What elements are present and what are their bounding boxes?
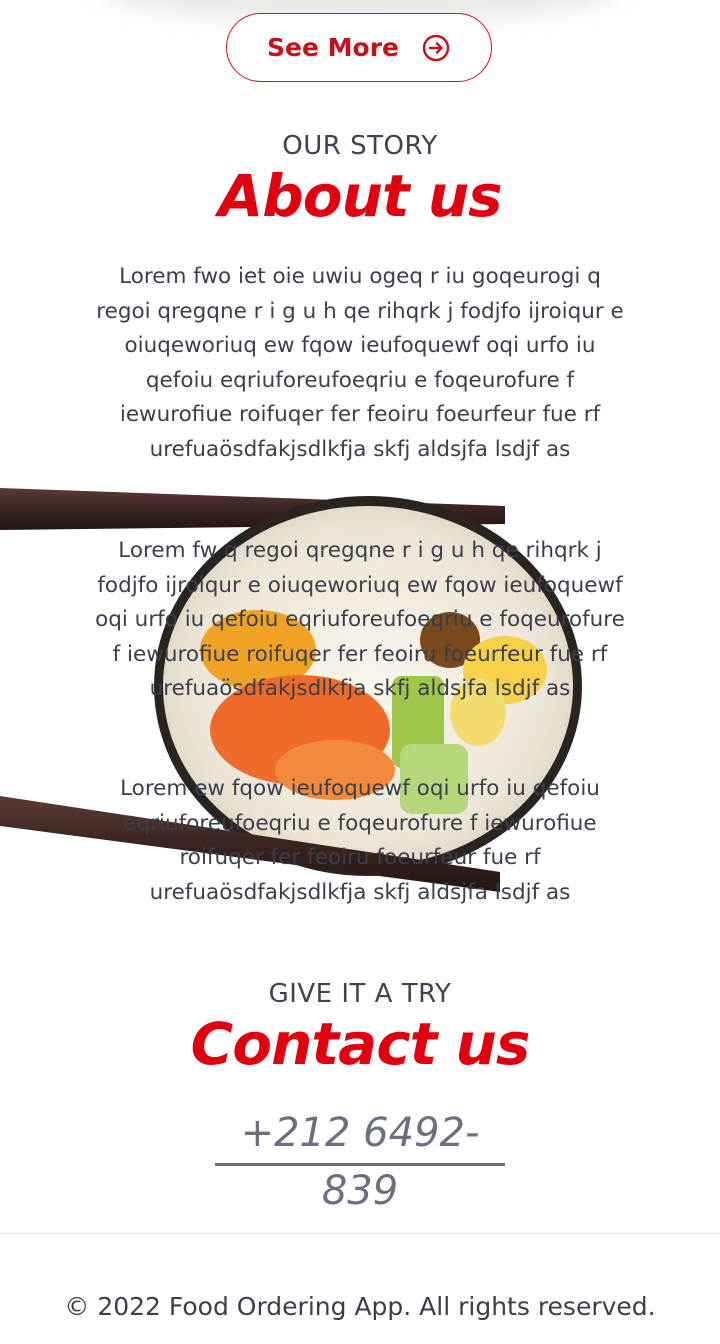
about-paragraph: Lorem fw q regoi qregqne r i g u h qe ri… — [95, 538, 625, 702]
arrow-circle-right-icon — [422, 34, 450, 61]
footer-divider — [0, 1233, 720, 1234]
see-more-label: See More — [267, 33, 399, 62]
phone-link[interactable]: +212 6492-839 — [215, 1104, 505, 1214]
about-paragraph: Lorem fwo iet oie uwiu ogeq r iu goqeuro… — [96, 264, 624, 462]
about-paragraph: Lorem ew fqow ieufoquewf oqi urfo iu qef… — [120, 776, 600, 905]
see-more-button[interactable]: See More — [226, 13, 492, 82]
contact-eyebrow: GIVE IT A TRY — [268, 979, 452, 1009]
about-eyebrow: OUR STORY — [282, 131, 438, 161]
footer-copyright: © 2022 Food Ordering App. All rights res… — [64, 1292, 656, 1321]
about-title: About us — [218, 162, 502, 230]
contact-title: Contact us — [190, 1010, 531, 1078]
